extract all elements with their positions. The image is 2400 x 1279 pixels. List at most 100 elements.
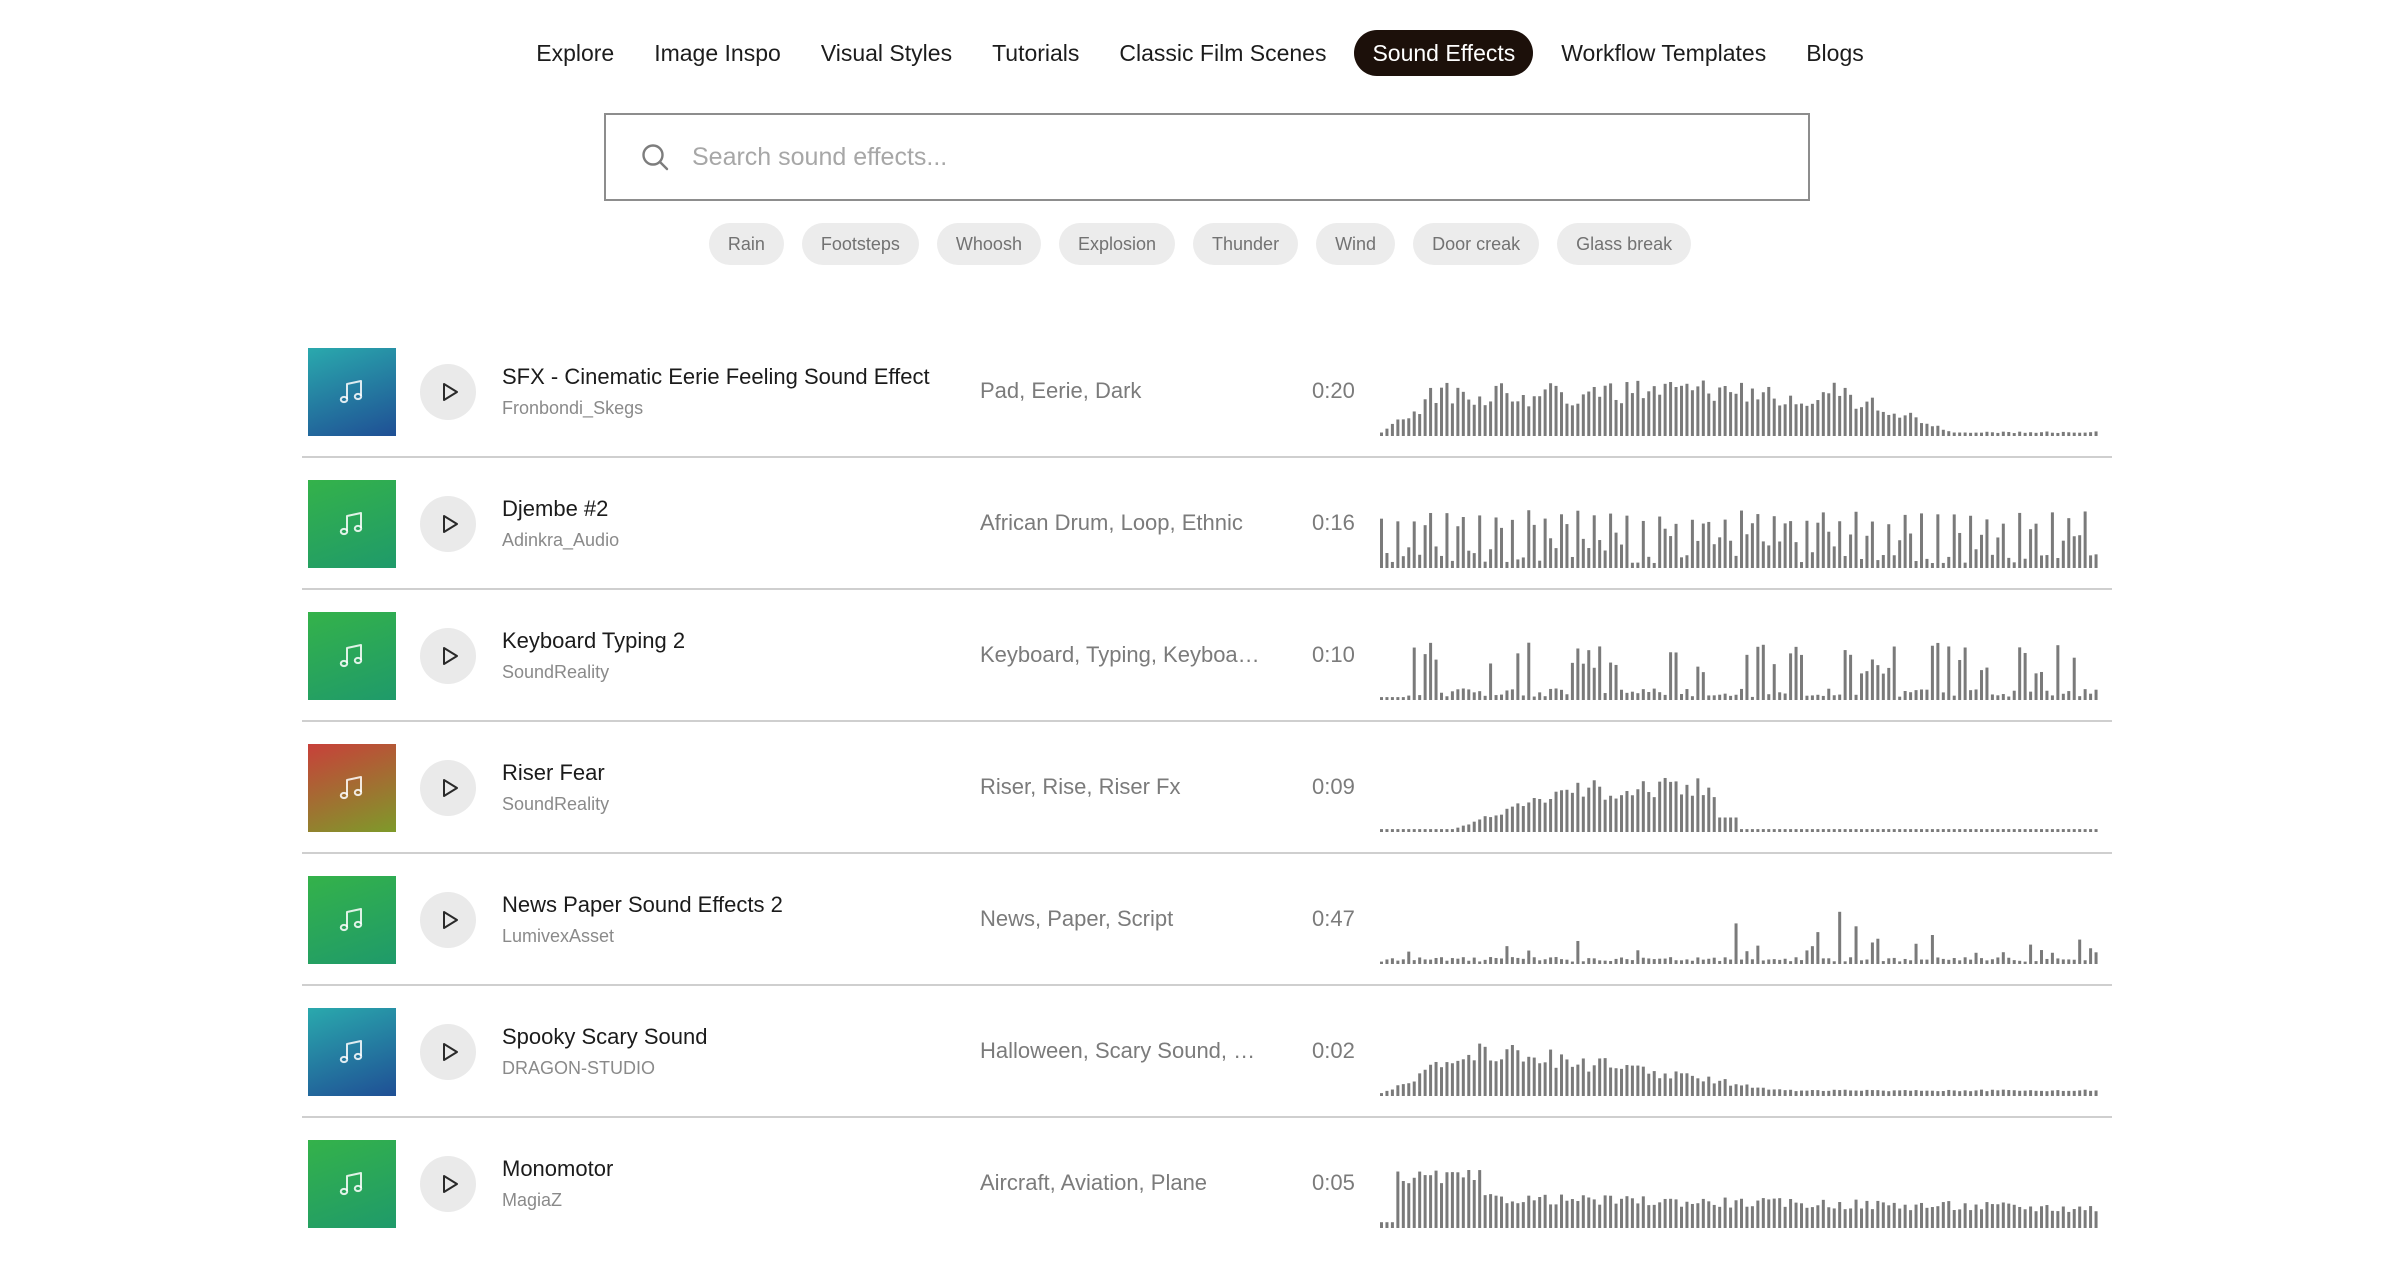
chip-explosion[interactable]: Explosion [1058,223,1176,265]
waveform[interactable] [1380,884,2100,964]
waveform-bar [1603,693,1607,700]
waveform[interactable] [1380,488,2100,568]
waveform-bar [2012,1090,2016,1096]
sound-row[interactable]: Riser Fear SoundReality Riser, Rise, Riser… [302,722,2112,854]
sound-row[interactable]: News Paper Sound Effects 2 LumivexAsset Ne… [302,854,2112,986]
sound-title[interactable]: Spooky Scary Sound [502,1024,707,1050]
nav-item-image-inspo[interactable]: Image Inspo [642,30,793,76]
sound-title[interactable]: Riser Fear [502,760,605,786]
sound-author[interactable]: SoundReality [502,662,609,683]
waveform-bar [1467,824,1471,832]
sound-title[interactable]: Keyboard Typing 2 [502,628,685,654]
waveform-bar [1849,654,1853,700]
waveform-bar [1756,829,1760,832]
play-button[interactable] [420,1156,476,1212]
sound-author[interactable]: LumivexAsset [502,926,614,947]
waveform-bar [1832,829,1836,832]
chip-thunder[interactable]: Thunder [1193,223,1299,265]
waveform-bar [1554,688,1558,700]
play-button[interactable] [420,496,476,552]
waveform-bar [1685,1201,1689,1228]
waveform-bar [1865,401,1869,436]
waveform-bar [1570,1066,1574,1096]
nav-item-explore[interactable]: Explore [524,30,626,76]
waveform[interactable] [1380,1016,2100,1096]
play-button[interactable] [420,364,476,420]
sound-row[interactable]: Djembe #2 Adinkra_Audio African Drum, Loop… [302,458,2112,590]
waveform-bar [1892,555,1896,568]
waveform[interactable] [1380,620,2100,700]
sound-title[interactable]: Monomotor [502,1156,613,1182]
waveform-bar [2034,523,2038,568]
chip-rain[interactable]: Rain [708,223,784,265]
sound-row[interactable]: Monomotor MagiaZ Aircraft, Aviation, Plane… [302,1118,2112,1250]
chip-whoosh[interactable]: Whoosh [936,223,1041,265]
waveform-bar [1876,665,1880,700]
nav-item-sound-effects[interactable]: Sound Effects [1354,30,1534,76]
waveform[interactable] [1380,356,2100,436]
waveform-bar [1625,382,1629,436]
waveform-bar [1789,1198,1793,1228]
waveform-bar [1500,1059,1503,1096]
waveform-bar [2018,431,2022,436]
sound-author[interactable]: Fronbondi_Skegs [502,398,643,419]
waveform-bar [2056,645,2060,700]
waveform-bar [1663,694,1667,700]
waveform-bar [1641,520,1645,568]
waveform[interactable] [1380,1148,2100,1228]
chip-footsteps[interactable]: Footsteps [801,223,919,265]
waveform-bar [2094,1090,2098,1096]
chip-door-creak[interactable]: Door creak [1413,223,1540,265]
waveform-bar [1936,514,1940,568]
waveform-bar [1881,555,1885,568]
sound-row[interactable]: Keyboard Typing 2 SoundReality Keyboard, T… [302,590,2112,722]
nav-item-tutorials[interactable]: Tutorials [980,30,1091,76]
waveform-bar [1958,532,1962,568]
waveform-bar [1909,1210,1913,1228]
waveform-bar [1750,523,1754,568]
chip-glass-break[interactable]: Glass break [1557,223,1692,265]
waveform-bar [1614,399,1618,436]
sound-title[interactable]: News Paper Sound Effects 2 [502,892,783,918]
nav-item-classic-film-scenes[interactable]: Classic Film Scenes [1107,30,1338,76]
sound-thumbnail [308,744,396,832]
play-button[interactable] [420,628,476,684]
chip-wind[interactable]: Wind [1316,223,1396,265]
nav-item-blogs[interactable]: Blogs [1794,30,1876,76]
sound-author[interactable]: Adinkra_Audio [502,530,619,551]
waveform-bar [1925,1090,1929,1096]
waveform-bar [2072,829,2076,832]
waveform-bar [1625,515,1629,568]
waveform-bar [1800,829,1803,832]
sound-author[interactable]: MagiaZ [502,1190,562,1211]
waveform-bar [1538,692,1542,700]
waveform-bar [1565,789,1569,832]
waveform-bar [1663,1198,1667,1228]
play-button[interactable] [420,892,476,948]
waveform-bar [1401,1181,1405,1228]
nav-item-workflow-templates[interactable]: Workflow Templates [1549,30,1778,76]
sound-row[interactable]: Spooky Scary Sound DRAGON-STUDIO Halloween… [302,986,2112,1118]
waveform-bar [1930,426,1934,436]
nav-item-visual-styles[interactable]: Visual Styles [809,30,964,76]
waveform-bar [1860,1208,1863,1228]
waveform-bar [1707,393,1711,436]
sound-row[interactable]: SFX - Cinematic Eerie Feeling Sound Effe… [302,326,2112,458]
waveform-bar [1838,521,1842,568]
waveform[interactable] [1380,752,2100,832]
waveform-bar [1510,1045,1514,1096]
waveform-bar [1581,796,1585,832]
waveform-bar [1772,664,1776,700]
sound-author[interactable]: DRAGON-STUDIO [502,1058,655,1079]
waveform-bar [1636,950,1640,964]
waveform-bar [1603,1195,1607,1228]
play-button[interactable] [420,1024,476,1080]
sound-title[interactable]: Djembe #2 [502,496,608,522]
sound-title[interactable]: SFX - Cinematic Eerie Feeling Sound Effe… [502,364,930,390]
search-input[interactable] [690,141,1808,173]
waveform-bar [1570,662,1574,700]
sound-author[interactable]: SoundReality [502,794,609,815]
waveform-bar [1729,392,1733,436]
play-button[interactable] [420,760,476,816]
waveform-bar [2078,535,2082,568]
